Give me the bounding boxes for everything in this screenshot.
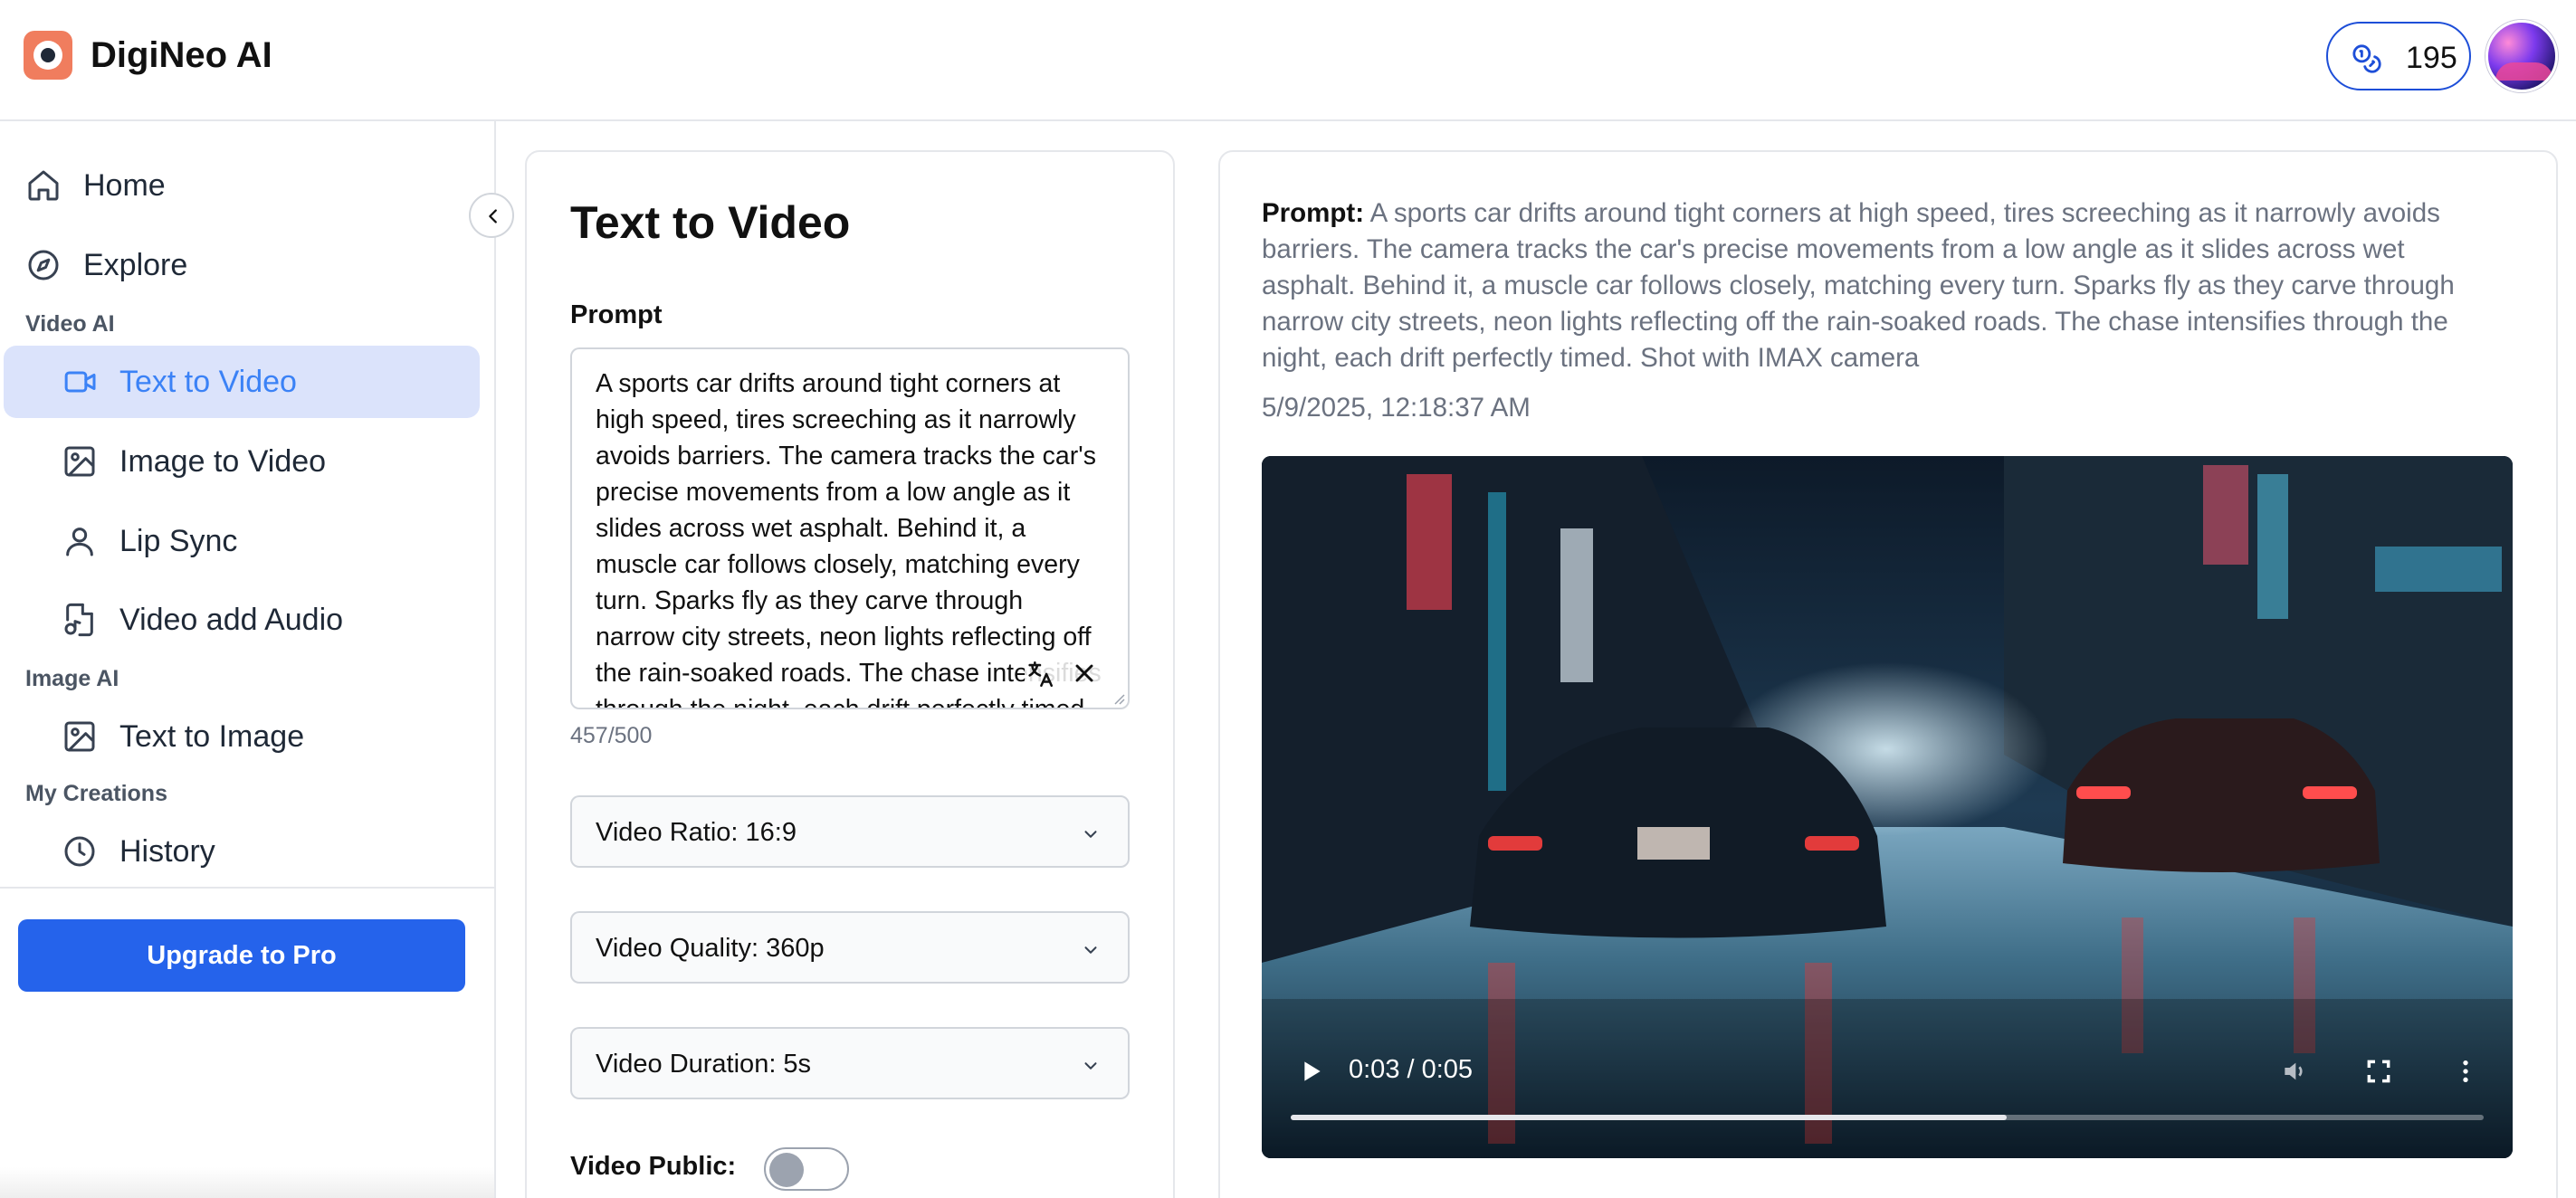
resize-handle-icon[interactable]: [1110, 689, 1126, 706]
compass-icon: [28, 250, 59, 280]
result-prompt: Prompt: A sports car drifts around tight…: [1262, 195, 2493, 376]
sidebar-item-label: Home: [83, 168, 166, 203]
translate-icon[interactable]: [1025, 659, 1055, 689]
image-icon: [64, 446, 95, 477]
credits-badge[interactable]: 195: [2326, 22, 2471, 90]
video-duration-value: Video Duration: 5s: [596, 1050, 812, 1079]
sidebar-item-text-to-image[interactable]: Text to Image: [0, 700, 496, 773]
home-icon: [28, 170, 59, 201]
chevron-left-icon: [489, 209, 497, 223]
sidebar-item-history[interactable]: History: [0, 815, 496, 888]
video-ratio-value: Video Ratio: 16:9: [596, 818, 797, 847]
volume-icon[interactable]: [2279, 1057, 2310, 1086]
video-quality-value: Video Quality: 360p: [596, 934, 825, 963]
top-header: DigiNeo AI 195: [0, 0, 2576, 121]
fullscreen-icon[interactable]: [2364, 1057, 2393, 1086]
credits-count: 195: [2406, 41, 2457, 75]
sidebar-item-label: Lip Sync: [119, 524, 238, 558]
user-icon: [66, 528, 93, 556]
result-timestamp: 5/9/2025, 12:18:37 AM: [1262, 393, 1531, 423]
prompt-label: Prompt: [570, 300, 663, 329]
coins-icon: [2352, 44, 2381, 73]
section-title-video-ai: Video AI: [25, 311, 115, 337]
clock-icon: [64, 836, 95, 867]
user-avatar[interactable]: [2485, 20, 2558, 92]
sidebar-item-lip-sync[interactable]: Lip Sync: [0, 505, 496, 577]
result-prompt-text: A sports car drifts around tight corners…: [1262, 198, 2455, 373]
video-camera-icon: [64, 371, 96, 393]
image-icon: [64, 721, 95, 752]
brand-name[interactable]: DigiNeo AI: [91, 33, 272, 78]
video-duration-select[interactable]: Video Duration: 5s: [570, 1027, 1130, 1099]
section-title-image-ai: Image AI: [25, 666, 119, 691]
sidebar-bottom-fade: [0, 1167, 494, 1198]
collapse-sidebar-button[interactable]: [469, 193, 514, 238]
clear-icon[interactable]: [1070, 659, 1099, 688]
sidebar-item-label: History: [119, 834, 215, 869]
video-public-label: Video Public:: [570, 1152, 737, 1181]
file-audio-icon: [64, 603, 93, 637]
video-ratio-select[interactable]: Video Ratio: 16:9: [570, 795, 1130, 868]
sidebar-item-image-to-video[interactable]: Image to Video: [0, 425, 496, 498]
sidebar-item-label: Explore: [83, 248, 188, 282]
video-player[interactable]: 0:03 / 0:05: [1262, 456, 2513, 1158]
video-public-toggle[interactable]: [764, 1147, 849, 1191]
sidebar-item-label: Image to Video: [119, 444, 327, 479]
play-icon[interactable]: [1296, 1057, 1325, 1086]
video-quality-select[interactable]: Video Quality: 360p: [570, 911, 1130, 984]
camera-logo-icon[interactable]: [24, 31, 72, 80]
chevron-down-icon: [1084, 831, 1097, 838]
sidebar-item-video-add-audio[interactable]: Video add Audio: [0, 584, 496, 656]
video-time: 0:03 / 0:05: [1349, 1055, 1474, 1084]
sidebar-divider: [0, 887, 494, 889]
sidebar-item-home[interactable]: Home: [0, 149, 496, 222]
prompt-tools: [1025, 655, 1106, 691]
sidebar-item-text-to-video[interactable]: Text to Video: [4, 346, 480, 418]
chevron-down-icon: [1084, 946, 1097, 954]
char-counter: 457/500: [570, 723, 653, 748]
page-title: Text to Video: [570, 197, 851, 248]
sidebar-item-label: Text to Image: [119, 719, 305, 754]
more-options-icon[interactable]: [2451, 1057, 2480, 1086]
chevron-down-icon: [1084, 1062, 1097, 1070]
video-progress-played: [1291, 1115, 2007, 1120]
section-title-my-creations: My Creations: [25, 781, 167, 806]
sidebar-item-label: Text to Video: [119, 365, 297, 399]
sidebar: Home Explore Video AI Text to Video Imag…: [0, 121, 496, 1198]
sidebar-item-label: Video add Audio: [119, 603, 344, 637]
result-prompt-label: Prompt:: [1262, 198, 1365, 228]
sidebar-item-explore[interactable]: Explore: [0, 229, 496, 301]
upgrade-button[interactable]: Upgrade to Pro: [18, 919, 465, 992]
